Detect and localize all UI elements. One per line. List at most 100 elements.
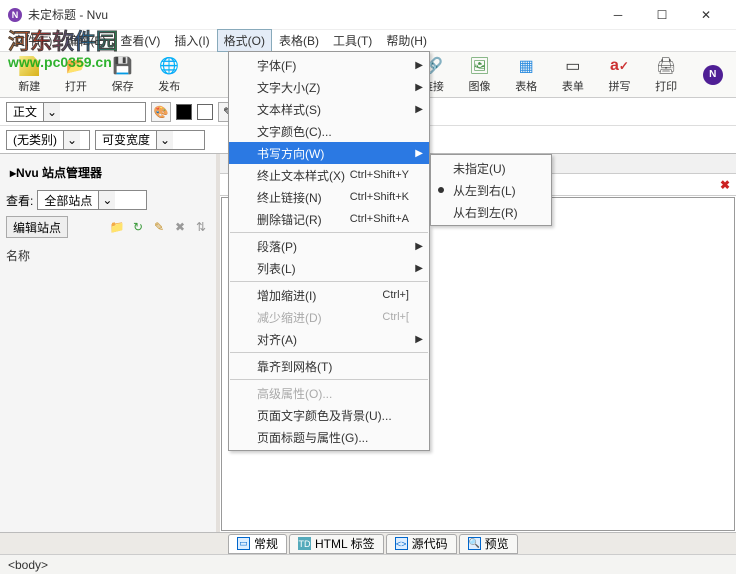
menu-insert[interactable]: 插入(I) bbox=[167, 29, 216, 52]
form-button[interactable]: ▭表单 bbox=[550, 53, 597, 97]
menu-item-remove-anchor[interactable]: 删除锚记(R)Ctrl+Shift+A bbox=[229, 208, 429, 230]
tab-source[interactable]: <>源代码 bbox=[386, 534, 457, 554]
menu-item-size[interactable]: 文字大小(Z)▶ bbox=[229, 76, 429, 98]
selected-bullet-icon bbox=[438, 187, 444, 193]
close-tab-icon[interactable]: ✖ bbox=[720, 178, 730, 192]
menu-file[interactable]: 文件(F) bbox=[6, 29, 59, 52]
publish-button[interactable]: 🌐发布 bbox=[146, 53, 193, 97]
delete-icon[interactable]: ✖ bbox=[171, 218, 189, 236]
minimize-button[interactable]: ─ bbox=[596, 1, 640, 29]
submenu-item-unspecified[interactable]: 未指定(U) bbox=[431, 157, 551, 179]
chevron-down-icon: ⌄ bbox=[156, 131, 173, 149]
menu-bar: 文件(F) 编辑(E) 查看(V) 插入(I) 格式(O) 表格(B) 工具(T… bbox=[0, 30, 736, 52]
view-mode-tabs: ▭常规 TDHTML 标签 <>源代码 🔍预览 bbox=[0, 532, 736, 554]
save-button[interactable]: 💾保存 bbox=[99, 53, 146, 97]
tags-view-icon: TD bbox=[298, 537, 311, 550]
menu-separator bbox=[230, 232, 428, 233]
submenu-arrow-icon: ▶ bbox=[415, 334, 423, 345]
submenu-item-ltr[interactable]: 从左到右(L) bbox=[431, 179, 551, 201]
site-select[interactable]: 全部站点⌄ bbox=[37, 190, 147, 210]
spell-button[interactable]: a✓拼写 bbox=[596, 53, 643, 97]
image-button[interactable]: 🖼图像 bbox=[456, 53, 503, 97]
paragraph-style-select[interactable]: 正文⌄ bbox=[6, 102, 146, 122]
submenu-arrow-icon: ▶ bbox=[415, 263, 423, 274]
submenu-arrow-icon: ▶ bbox=[415, 148, 423, 159]
submenu-item-rtl[interactable]: 从右到左(R) bbox=[431, 201, 551, 223]
chevron-down-icon: ⌄ bbox=[98, 191, 115, 209]
maximize-button[interactable]: ☐ bbox=[640, 1, 684, 29]
normal-view-icon: ▭ bbox=[237, 537, 250, 550]
menu-item-paragraph[interactable]: 段落(P)▶ bbox=[229, 235, 429, 257]
submenu-arrow-icon: ▶ bbox=[415, 82, 423, 93]
new-file-icon bbox=[19, 56, 39, 76]
site-manager-sidebar: ▸ Nvu 站点管理器 查看: 全部站点⌄ 编辑站点 📁 ↻ ✎ ✖ ⇅ 名称 bbox=[0, 154, 220, 532]
print-button[interactable]: 🖨打印 bbox=[643, 53, 690, 97]
menu-item-indent-less: 减少缩进(D)Ctrl+[ bbox=[229, 306, 429, 328]
menu-item-advanced: 高级属性(O)... bbox=[229, 382, 429, 404]
spellcheck-icon: a✓ bbox=[608, 55, 630, 77]
print-icon: 🖨 bbox=[655, 55, 677, 77]
menu-item-align[interactable]: 对齐(A)▶ bbox=[229, 328, 429, 350]
menu-item-page-title[interactable]: 页面标题与属性(G)... bbox=[229, 426, 429, 448]
preview-icon: 🔍 bbox=[468, 537, 481, 550]
text-color-swatch[interactable] bbox=[176, 104, 192, 120]
image-icon: 🖼 bbox=[469, 55, 491, 77]
table-icon: ▦ bbox=[515, 55, 537, 77]
menu-tools[interactable]: 工具(T) bbox=[326, 29, 379, 52]
css-button[interactable]: 🎨 bbox=[151, 102, 171, 122]
refresh-icon[interactable]: ↻ bbox=[129, 218, 147, 236]
edit-sites-button[interactable]: 编辑站点 bbox=[6, 216, 68, 238]
form-icon: ▭ bbox=[562, 55, 584, 77]
save-icon: 💾 bbox=[112, 55, 134, 77]
menu-separator bbox=[230, 352, 428, 353]
new-button[interactable]: 新建 bbox=[6, 53, 53, 97]
direction-submenu: 未指定(U) 从左到右(L) 从右到左(R) bbox=[430, 154, 552, 226]
menu-item-font[interactable]: 字体(F)▶ bbox=[229, 54, 429, 76]
app-icon: N bbox=[8, 8, 22, 22]
sync-icon[interactable]: ⇅ bbox=[192, 218, 210, 236]
source-view-icon: <> bbox=[395, 537, 408, 550]
menu-item-text-color[interactable]: 文字颜色(C)... bbox=[229, 120, 429, 142]
class-select[interactable]: (无类别)⌄ bbox=[6, 130, 90, 150]
open-button[interactable]: 📂打开 bbox=[53, 53, 100, 97]
menu-separator bbox=[230, 379, 428, 380]
nvu-button[interactable]: N bbox=[689, 53, 736, 97]
bg-color-swatch[interactable] bbox=[197, 104, 213, 120]
menu-table[interactable]: 表格(B) bbox=[272, 29, 326, 52]
tab-normal[interactable]: ▭常规 bbox=[228, 534, 287, 554]
submenu-arrow-icon: ▶ bbox=[415, 241, 423, 252]
submenu-arrow-icon: ▶ bbox=[415, 104, 423, 115]
font-select[interactable]: 可变宽度⌄ bbox=[95, 130, 205, 150]
menu-item-stop-styles[interactable]: 终止文本样式(X)Ctrl+Shift+Y bbox=[229, 164, 429, 186]
sidebar-title: ▸ Nvu 站点管理器 bbox=[10, 164, 210, 181]
table-button[interactable]: ▦表格 bbox=[503, 53, 550, 97]
element-path: <body> bbox=[8, 558, 48, 572]
rename-icon[interactable]: ✎ bbox=[150, 218, 168, 236]
format-menu-panel: 字体(F)▶ 文字大小(Z)▶ 文本样式(S)▶ 文字颜色(C)... 书写方向… bbox=[228, 51, 430, 451]
menu-item-snap-grid[interactable]: 靠齐到网格(T) bbox=[229, 355, 429, 377]
menu-edit[interactable]: 编辑(E) bbox=[59, 29, 113, 52]
menu-view[interactable]: 查看(V) bbox=[113, 29, 167, 52]
title-bar: N 未定标题 - Nvu ─ ☐ ✕ bbox=[0, 0, 736, 30]
column-header-name: 名称 bbox=[6, 247, 210, 264]
submenu-arrow-icon: ▶ bbox=[415, 60, 423, 71]
window-controls: ─ ☐ ✕ bbox=[596, 1, 728, 29]
menu-item-indent-more[interactable]: 增加缩进(I)Ctrl+] bbox=[229, 284, 429, 306]
menu-item-text-style[interactable]: 文本样式(S)▶ bbox=[229, 98, 429, 120]
new-folder-icon[interactable]: 📁 bbox=[108, 218, 126, 236]
folder-icon: 📂 bbox=[65, 55, 87, 77]
menu-item-direction[interactable]: 书写方向(W)▶ bbox=[229, 142, 429, 164]
status-bar: <body> bbox=[0, 554, 736, 574]
tab-html-tags[interactable]: TDHTML 标签 bbox=[289, 534, 384, 554]
menu-item-page-colors[interactable]: 页面文字颜色及背景(U)... bbox=[229, 404, 429, 426]
window-title: 未定标题 - Nvu bbox=[28, 6, 596, 23]
menu-item-list[interactable]: 列表(L)▶ bbox=[229, 257, 429, 279]
close-button[interactable]: ✕ bbox=[684, 1, 728, 29]
tab-preview[interactable]: 🔍预览 bbox=[459, 534, 518, 554]
menu-item-stop-links[interactable]: 终止链接(N)Ctrl+Shift+K bbox=[229, 186, 429, 208]
nvu-icon: N bbox=[703, 65, 723, 85]
menu-separator bbox=[230, 281, 428, 282]
menu-format[interactable]: 格式(O) bbox=[217, 29, 272, 52]
view-label: 查看: bbox=[6, 192, 33, 209]
menu-help[interactable]: 帮助(H) bbox=[379, 29, 434, 52]
